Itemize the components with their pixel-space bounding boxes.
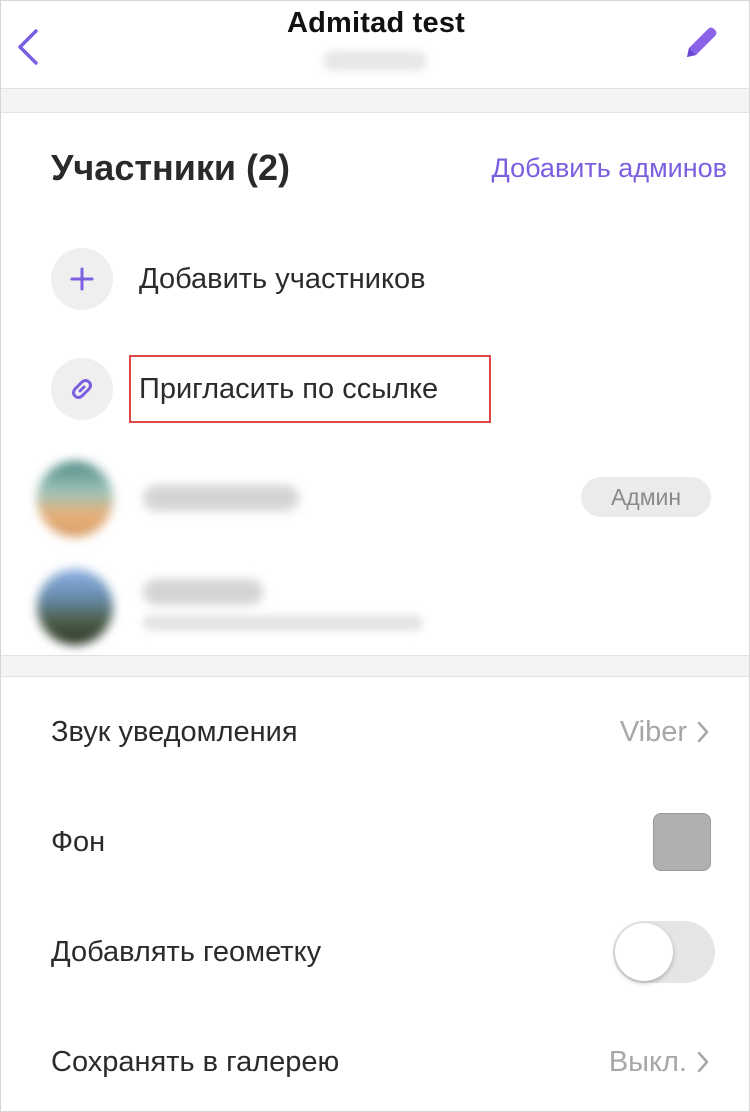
background-swatch[interactable]: [653, 813, 711, 871]
geotag-toggle[interactable]: [613, 921, 715, 983]
pencil-icon: [687, 27, 717, 57]
member-row[interactable]: [37, 569, 727, 649]
chat-title: Admitad test: [286, 7, 466, 39]
save-to-gallery-value: Выкл.: [608, 1046, 687, 1078]
save-to-gallery-row[interactable]: Сохранять в галерею Выкл.: [1, 1007, 749, 1111]
member-avatar: [37, 569, 113, 645]
geotag-label: Добавлять геометку: [51, 936, 322, 968]
background-label: Фон: [51, 826, 106, 858]
geotag-row: Добавлять геометку: [1, 897, 749, 1007]
add-members-label: Добавить участников: [139, 262, 426, 295]
save-to-gallery-label: Сохранять в галерею: [51, 1046, 340, 1078]
chat-info-screen: Admitad test Участники (2) Добавить адми…: [0, 0, 750, 1112]
member-status-blurred: [143, 615, 423, 631]
admin-badge: Админ: [581, 477, 711, 517]
header: Admitad test: [1, 1, 749, 89]
notification-sound-label: Звук уведомления: [51, 716, 298, 748]
member-row[interactable]: Админ: [37, 461, 727, 541]
members-title: Участники (2): [51, 147, 290, 188]
background-row[interactable]: Фон: [1, 787, 749, 897]
toggle-knob: [615, 923, 673, 981]
edit-button[interactable]: [677, 21, 723, 67]
add-admins-link[interactable]: Добавить админов: [491, 153, 727, 184]
add-members-icon-circle: [51, 248, 113, 310]
chevron-right-icon: [697, 721, 709, 743]
member-avatar: [37, 461, 113, 537]
section-gap: [1, 89, 749, 113]
chat-subtitle-blurred: [323, 51, 427, 71]
invite-link-icon-circle: [51, 358, 113, 420]
notification-sound-row[interactable]: Звук уведомления Viber: [1, 677, 749, 787]
plus-icon: [70, 267, 94, 291]
highlight-annotation: [129, 355, 491, 423]
member-name-blurred: [143, 579, 263, 605]
section-gap: [1, 655, 749, 677]
link-icon: [72, 379, 92, 399]
notification-sound-value: Viber: [619, 716, 687, 748]
add-members-row[interactable]: Добавить участников: [51, 247, 511, 311]
member-name-blurred: [143, 485, 299, 511]
chevron-right-icon: [697, 1051, 709, 1073]
